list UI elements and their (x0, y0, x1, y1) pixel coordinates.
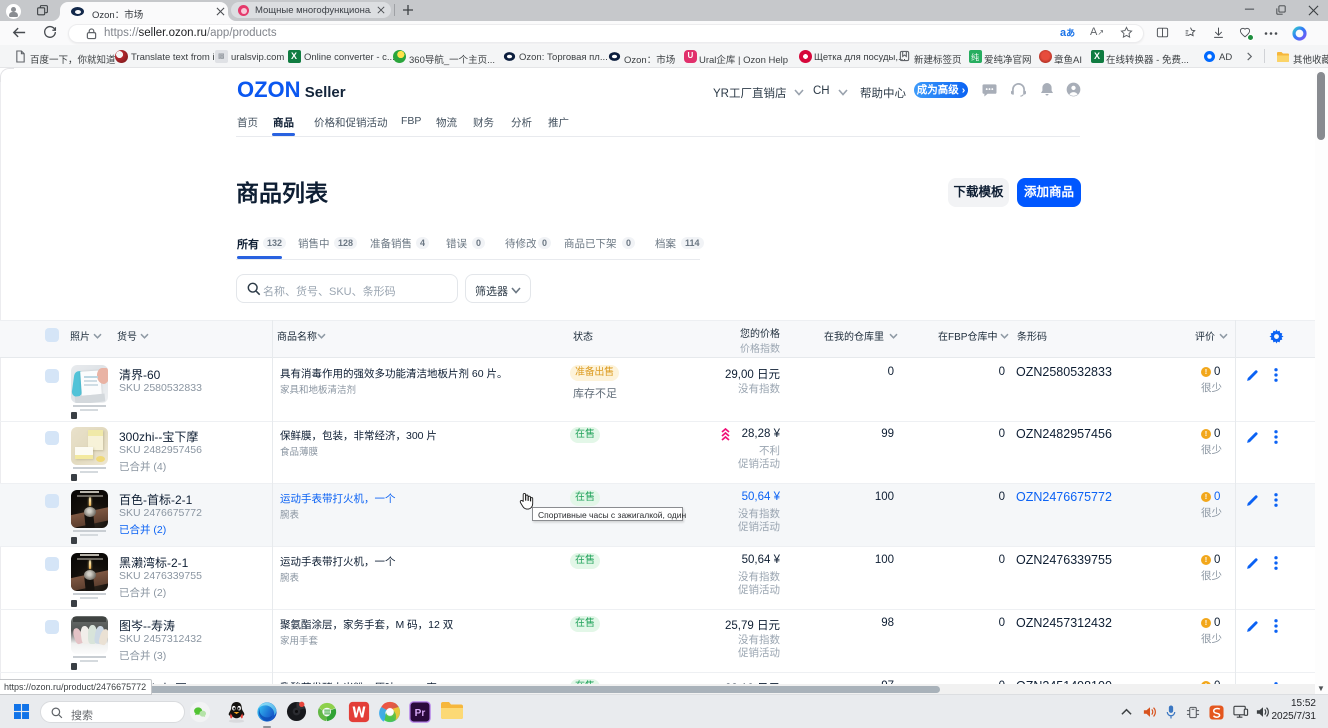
svg-text:Pr: Pr (415, 708, 426, 719)
